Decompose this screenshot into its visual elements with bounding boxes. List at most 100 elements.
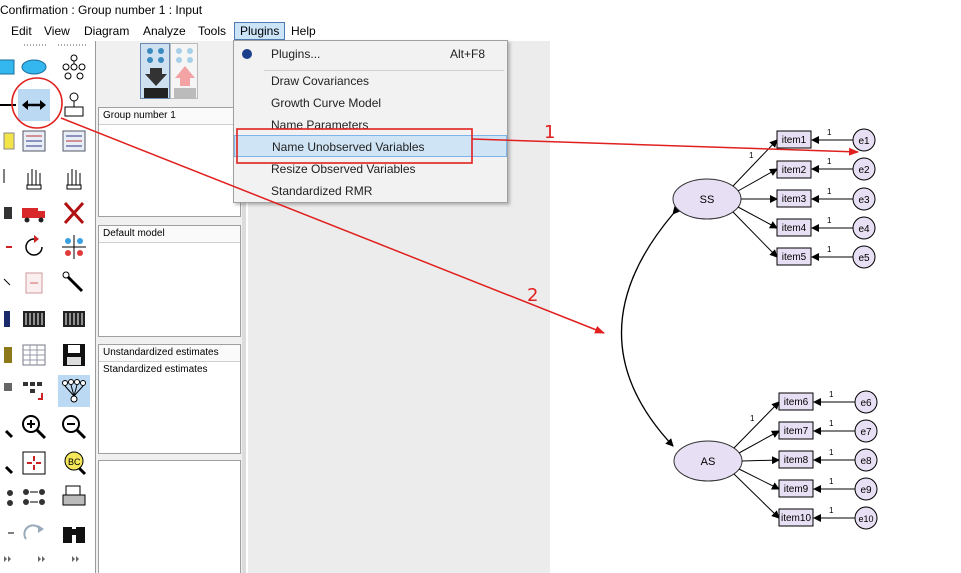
ellipse-icon[interactable] (18, 51, 50, 83)
drag-properties-icon[interactable] (18, 375, 50, 407)
data-files-icon[interactable] (0, 303, 18, 335)
menu-analyze[interactable]: Analyze (139, 22, 190, 40)
zoom-out-icon[interactable] (58, 411, 90, 443)
svg-text:item10: item10 (781, 513, 811, 524)
select-all-hand-icon[interactable] (58, 161, 90, 193)
copy-icon[interactable] (0, 197, 18, 229)
observed-item7[interactable]: item7 (778, 421, 814, 440)
magic-wand-icon[interactable] (58, 267, 90, 299)
object-properties-icon[interactable] (0, 375, 18, 407)
binoculars-icon[interactable] (58, 517, 90, 549)
error-e1[interactable]: e1 (852, 128, 876, 152)
observed-item8[interactable]: item8 (778, 450, 814, 469)
menu-item-name-unobserved-variables[interactable]: Name Unobserved Variables (234, 135, 507, 157)
estimates-panel-header[interactable]: Unstandardized estimates (99, 345, 240, 362)
analysis-properties-icon[interactable] (18, 303, 50, 335)
error-e5[interactable]: e5 (852, 245, 876, 269)
rotate-icon[interactable] (18, 231, 50, 263)
reflect-icon[interactable] (58, 231, 90, 263)
groups-panel-header[interactable]: Group number 1 (99, 108, 240, 125)
magnify-icon[interactable] (0, 447, 18, 479)
unique-variable-icon[interactable] (58, 89, 90, 121)
error-e3[interactable]: e3 (852, 187, 876, 211)
models-panel-header[interactable]: Default model (99, 226, 240, 243)
preserve-symmetries-icon[interactable] (58, 375, 90, 407)
menu-edit[interactable]: Edit (7, 22, 36, 40)
bc-icon[interactable]: BC (58, 447, 90, 479)
covariance-path[interactable] (621, 206, 681, 447)
estimates-option[interactable]: Standardized estimates (99, 362, 240, 377)
fit-icon[interactable] (18, 447, 50, 479)
svg-text:item2: item2 (782, 165, 807, 176)
observed-item3[interactable]: item3 (776, 189, 812, 208)
move-parameter-icon[interactable] (0, 267, 18, 299)
observed-item4[interactable]: item4 (776, 218, 812, 237)
menu-item-growth-curve-model[interactable]: Growth Curve Model (234, 92, 507, 114)
error-e2[interactable]: e2 (852, 157, 876, 181)
rectangle-icon[interactable] (0, 51, 18, 83)
svg-text:e8: e8 (860, 456, 872, 467)
latent-as-label: AS (701, 456, 716, 468)
pointer-icon[interactable] (0, 161, 18, 193)
view-input-button[interactable] (140, 43, 170, 99)
double-arrow-icon[interactable] (18, 89, 50, 121)
menu-item-resize-observed-variables[interactable]: Resize Observed Variables (234, 158, 507, 180)
groups-panel: Group number 1 (98, 107, 241, 217)
title-icon[interactable] (0, 125, 20, 157)
svg-text:1: 1 (829, 448, 834, 457)
svg-text:item1: item1 (782, 135, 807, 146)
truck-icon[interactable] (18, 197, 50, 229)
svg-text:e1: e1 (858, 136, 870, 147)
save-icon[interactable] (58, 339, 90, 371)
svg-text:1: 1 (827, 187, 832, 196)
multiple-group-icon[interactable] (18, 481, 50, 513)
error-e9[interactable]: e9 (854, 477, 878, 501)
error-e10[interactable]: e10 (854, 506, 878, 530)
indicator-icon[interactable] (58, 51, 90, 83)
undo-icon[interactable] (0, 517, 18, 549)
hand-icon[interactable] (18, 161, 50, 193)
menu-tools[interactable]: Tools (194, 22, 230, 40)
svg-text:e6: e6 (860, 398, 872, 409)
menu-plugins[interactable]: Plugins (234, 22, 286, 40)
observed-item6[interactable]: item6 (778, 392, 814, 411)
scroll-icon[interactable] (18, 267, 50, 299)
shape-change-icon[interactable] (0, 231, 18, 263)
observed-item5[interactable]: item5 (776, 247, 812, 266)
menu-help[interactable]: Help (287, 22, 320, 40)
path-diagram-canvas[interactable]: SS AS 1 1 item1 item2 item3 item4 item5 … (550, 41, 961, 573)
error-e7[interactable]: e7 (854, 419, 878, 443)
menu-item-draw-covariances[interactable]: Draw Covariances (234, 70, 507, 92)
palette-scroll-arrows[interactable] (0, 553, 96, 565)
navigation-pane: Group number 1 Default model Unstandardi… (96, 41, 246, 573)
path-diagram-toggle (96, 41, 246, 103)
delete-icon[interactable] (58, 197, 90, 229)
zoom-select-icon[interactable] (0, 411, 18, 443)
error-e6[interactable]: e6 (854, 390, 878, 414)
menu-item-standardized-rmr[interactable]: Standardized RMR (234, 180, 507, 202)
observed-item10[interactable]: item10 (778, 508, 814, 527)
error-e4[interactable]: e4 (852, 216, 876, 240)
observed-item1[interactable]: item1 (776, 130, 812, 149)
calculate-estimates-icon[interactable] (58, 303, 90, 335)
redo-icon[interactable] (18, 517, 50, 549)
menu-item-name-parameters[interactable]: Name Parameters (234, 114, 507, 136)
spreadsheet-icon[interactable] (18, 339, 50, 371)
list-variables-icon[interactable] (18, 125, 50, 157)
menu-view[interactable]: View (40, 22, 74, 40)
print-icon[interactable] (58, 481, 90, 513)
plugin-icon (242, 49, 252, 59)
menu-item-plugins[interactable]: Plugins... Alt+F8 (234, 43, 507, 65)
zoom-in-icon[interactable] (18, 411, 50, 443)
observed-item9[interactable]: item9 (778, 479, 814, 498)
observed-item2[interactable]: item2 (776, 160, 812, 179)
menu-diagram[interactable]: Diagram (80, 22, 133, 40)
clipboard-icon[interactable] (0, 339, 18, 371)
svg-text:e3: e3 (858, 195, 870, 206)
list-objects-icon[interactable] (58, 125, 90, 157)
view-output-button[interactable] (170, 43, 198, 99)
error-e8[interactable]: e8 (854, 448, 878, 472)
multi-group-icon[interactable] (0, 481, 18, 513)
svg-text:item8: item8 (784, 455, 809, 466)
svg-text:item5: item5 (782, 252, 807, 263)
